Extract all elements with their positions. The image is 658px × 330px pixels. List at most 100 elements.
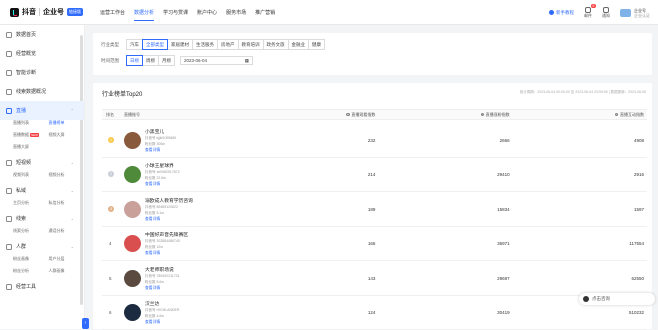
sidebar-subitem[interactable]: 主页分析 <box>13 200 49 206</box>
period-chip[interactable]: 周榜 <box>142 55 159 66</box>
sidebar-item[interactable]: 线索数据概况 <box>0 82 84 101</box>
industry-chip[interactable]: 金融业 <box>287 39 309 50</box>
sidebar-item[interactable]: 智能诊断 <box>0 63 84 82</box>
brand-douyin: 抖音 <box>22 9 36 16</box>
guide-icon <box>549 10 554 15</box>
sidebar-subitem[interactable]: 直播列表 <box>13 120 49 126</box>
nav-item-3[interactable]: 账户中心 <box>197 1 217 24</box>
sidebar-subitem[interactable]: 直播大屏 <box>13 144 49 150</box>
sidebar-subitem-label: 线索分析 <box>13 228 29 233</box>
account-cell[interactable]: 小黑宝儿 抖音号 kjjkf1095689 粉丝数 306w 查看详情 <box>124 128 244 153</box>
account-name[interactable]: 中国好声音先锋赛区 <box>145 231 188 238</box>
metric-value: 1597 <box>633 206 644 212</box>
industry-label: 行业类型 <box>101 41 119 47</box>
nav-item-5[interactable]: 推广营销 <box>255 1 275 24</box>
account-cell[interactable]: 溺欧成人教育学历咨询 抖音号 89489120822 粉丝数 5.1w 查看详情 <box>124 197 244 222</box>
account-info: 汉兰达 抖音号 HIGHLANDER 粉丝数 4.6w 查看详情 <box>145 300 179 325</box>
sidebar-subitem[interactable]: 人群画像 <box>49 268 85 274</box>
sidebar-subitem[interactable]: 粉丝分析 <box>13 268 49 274</box>
sidebar-subitem[interactable]: 视频大屏 <box>49 132 85 138</box>
account-id: 抖音号 789492211731 <box>145 273 180 278</box>
industry-chip[interactable]: 政务文旅 <box>262 39 289 50</box>
view-details-link[interactable]: 查看详情 <box>145 320 179 325</box>
account-name[interactable]: 汉兰达 <box>145 300 179 307</box>
time-label: 时间范围 <box>101 57 119 63</box>
view-details-link[interactable]: 查看详情 <box>145 148 176 153</box>
sidebar-collapse-button[interactable]: ‹ <box>82 318 89 329</box>
date-picker[interactable]: 2023-06-04 ▦ <box>180 56 253 65</box>
nav-item-0[interactable]: 运营工作台 <box>100 1 125 24</box>
guide-button[interactable]: 新手教程 <box>549 10 574 16</box>
account-info: 大老师职场说 抖音号 789492211731 粉丝数 8.6w 查看详情 <box>145 266 180 291</box>
sidebar-subitem[interactable]: 视频分析 <box>49 172 85 178</box>
sidebar-subitem[interactable]: 私信分析 <box>49 200 85 206</box>
account-cell[interactable]: 中国好声音先锋赛区 抖音号 202884486740 粉丝数 12w 查看详情 <box>124 231 244 256</box>
nav-item-2[interactable]: 学习与赏课 <box>163 1 188 24</box>
sidebar-subitem-label: 直播列表 <box>13 120 29 125</box>
sidebar-group[interactable]: 经营工具 <box>0 277 84 296</box>
sidebar-subitem[interactable]: 通话分析 <box>49 228 85 234</box>
sidebar-subitem[interactable]: 直播榜单 <box>49 120 85 126</box>
view-details-link[interactable]: 查看详情 <box>145 251 188 256</box>
sidebar-item-label: 数据首页 <box>16 32 37 38</box>
help-icon[interactable]: ? <box>614 112 619 117</box>
account-name[interactable]: 小黑宝儿 <box>145 128 176 135</box>
industry-chip[interactable]: 汽车 <box>126 39 143 50</box>
view-details-link[interactable]: 查看详情 <box>145 182 180 187</box>
account-fans: 粉丝数 8.6w <box>145 279 164 284</box>
notice-button[interactable]: 通知 <box>602 6 610 19</box>
account-name[interactable]: 大老师职场说 <box>145 266 180 273</box>
account-cell[interactable]: 大老师职场说 抖音号 789492211731 粉丝数 8.6w 查看详情 <box>124 266 244 291</box>
mail-label: 邮件 <box>584 12 592 18</box>
nav-item-4[interactable]: 服务市场 <box>226 1 246 24</box>
industry-chip[interactable]: 家居建材 <box>167 39 193 50</box>
header-rank: 排名 <box>106 111 114 117</box>
account-name[interactable]: 小球王星球界 <box>145 162 180 169</box>
sidebar-subitem[interactable]: 线索分析 <box>13 228 49 234</box>
industry-chip[interactable]: 教育培训 <box>237 39 264 50</box>
industry-chip[interactable]: 生活服务 <box>192 39 218 50</box>
mail-button[interactable]: 6 邮件 <box>584 3 596 19</box>
industry-chip[interactable]: 房地产 <box>217 39 239 50</box>
account-name[interactable]: 溺欧成人教育学历咨询 <box>145 197 193 204</box>
account-cell[interactable]: 汉兰达 抖音号 HIGHLANDER 粉丝数 4.6w 查看详情 <box>124 300 244 325</box>
header-watch-label: 直播观看指数 <box>351 111 376 117</box>
header-interact-label: 直播互动指数 <box>619 111 644 117</box>
user-menu[interactable]: 企业号 企业认证 <box>620 8 650 18</box>
metric-value: 30419 <box>497 309 510 315</box>
sidebar-subitem-label: 通话分析 <box>48 228 65 233</box>
rank-medal-icon: 3 <box>108 206 114 212</box>
view-details-link[interactable]: 查看详情 <box>145 217 193 222</box>
sidebar-subitem[interactable]: 粉丝画像 <box>13 256 49 262</box>
sidebar-group[interactable]: 直播 ⌃ <box>0 101 84 120</box>
sidebar-item[interactable]: 经营概览 <box>0 44 84 63</box>
logo[interactable]: 抖音 企业号 链接版 <box>0 7 100 17</box>
metric-value: 166 <box>367 240 376 246</box>
industry-chip[interactable]: 全部类型 <box>142 39 168 50</box>
period-chip[interactable]: 月榜 <box>158 55 175 66</box>
sidebar-group[interactable]: 人群 ⌄ <box>0 237 84 256</box>
logo-divider <box>39 8 40 16</box>
view-details-link[interactable]: 查看详情 <box>145 286 180 291</box>
consult-button[interactable]: 点击咨询 <box>579 293 655 305</box>
sidebar-group[interactable]: 线索 ⌄ <box>0 209 84 228</box>
industry-chip[interactable]: 健康 <box>308 39 325 50</box>
help-icon[interactable]: ? <box>480 112 485 117</box>
metric-value: 36971 <box>497 240 510 246</box>
edition-badge: 链接版 <box>67 8 83 16</box>
sidebar-subitem[interactable]: 直播数据 NEW <box>13 132 49 138</box>
account-cell[interactable]: 小球王星球界 抖音号 xb0982517872 粉丝数 22.6w 查看详情 <box>124 162 244 187</box>
period-chip[interactable]: 日榜 <box>126 55 143 66</box>
help-icon[interactable]: ? <box>346 112 350 117</box>
douyin-logo-icon <box>10 7 19 17</box>
sidebar-subitem[interactable]: 用户分层 <box>49 256 85 262</box>
nav-item-1[interactable]: 数据分析 <box>134 1 155 24</box>
sidebar-group[interactable]: 短视频 ⌄ <box>0 153 84 172</box>
sidebar-group[interactable]: 私域 ⌄ <box>0 181 84 200</box>
metric-value: 2916 <box>633 171 644 177</box>
sidebar-item[interactable]: 数据首页 <box>0 25 84 44</box>
menu-icon <box>6 283 12 290</box>
sidebar-subitem[interactable]: 视频列表 <box>13 172 49 178</box>
metric-value: 124 <box>367 309 376 315</box>
sidebar-subitem-label: 主页分析 <box>13 200 29 205</box>
